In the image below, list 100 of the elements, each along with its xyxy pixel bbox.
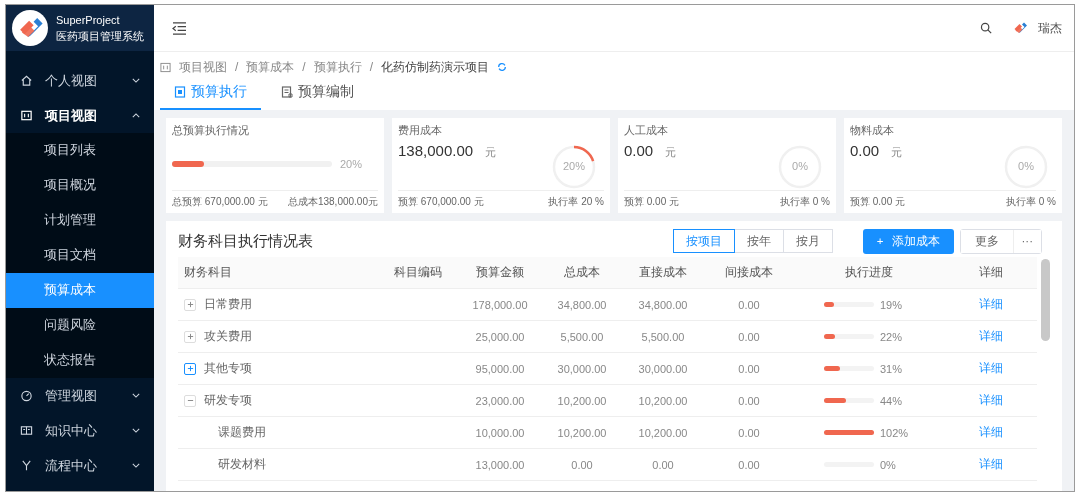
table-cell: 10,200.00 xyxy=(557,394,607,407)
account-name: 其他专项 xyxy=(204,360,252,377)
table-cell: 95,000.00 xyxy=(475,362,525,375)
submenu-item[interactable]: 项目列表 xyxy=(6,133,154,168)
expand-toggle[interactable] xyxy=(184,362,196,375)
column-header: 总成本 xyxy=(542,257,622,289)
detail-link[interactable]: 详细 xyxy=(978,296,1003,313)
detail-link[interactable]: 详细 xyxy=(978,456,1003,473)
tab[interactable]: 预算执行 xyxy=(160,76,261,110)
unit-label: 元 xyxy=(485,145,497,160)
detail-link[interactable]: 详细 xyxy=(978,392,1003,409)
budget-label: 预算 0.00 元 xyxy=(850,195,906,209)
user-name[interactable]: 瑞杰 xyxy=(1038,19,1062,37)
view-toggle-button[interactable]: 按月 xyxy=(782,229,833,253)
account-name: 课题费用 xyxy=(218,424,266,441)
frame-icon xyxy=(160,61,171,73)
percent-label: 0% xyxy=(1017,160,1035,172)
submenu-item[interactable]: 状态报告 xyxy=(6,343,154,378)
table-cell: 0.00 xyxy=(571,458,593,471)
chevron-down-icon xyxy=(132,393,140,398)
column-header: 预算金额 xyxy=(458,257,542,289)
budget-label: 总预算 670,000.00 元 xyxy=(172,195,268,209)
table-cell: 5,500.00 xyxy=(560,330,604,343)
tab[interactable]: 预算编制 xyxy=(267,76,368,110)
sidebar-item[interactable]: 个人视图 xyxy=(6,63,154,98)
chevron-down-icon xyxy=(132,78,140,83)
detail-link[interactable]: 详细 xyxy=(978,424,1003,441)
overflow-menu-button[interactable]: ··· xyxy=(1012,229,1041,253)
table-cell: 10,000.00 xyxy=(475,426,525,439)
submenu-item[interactable]: 项目概况 xyxy=(6,168,154,203)
account-name: 攻关费用 xyxy=(204,328,252,345)
refresh-icon[interactable] xyxy=(497,62,508,72)
column-header: 间接成本 xyxy=(704,257,794,289)
breadcrumb-separator: / xyxy=(235,60,239,74)
table-cell: 0.00 xyxy=(738,426,760,439)
add-cost-button[interactable]: + 添加成本 xyxy=(862,228,954,254)
percent-label: 102% xyxy=(880,426,909,439)
percent-label: 20% xyxy=(340,158,363,170)
card-title: 费用成本 xyxy=(398,124,442,136)
submenu-item[interactable]: 项目文档 xyxy=(6,238,154,273)
submenu-item[interactable]: 预算成本 xyxy=(6,273,154,308)
amount-value: 0.00 xyxy=(624,142,654,159)
breadcrumb-item[interactable]: 预算成本 xyxy=(246,58,295,76)
rate-label: 执行率 20 % xyxy=(548,195,604,209)
unit-label: 元 xyxy=(891,145,903,160)
fork-icon xyxy=(20,459,33,472)
app-name: SuperProject xyxy=(56,13,121,28)
card-title: 人工成本 xyxy=(624,124,668,136)
column-header: 财务科目 xyxy=(178,257,378,289)
plus-icon xyxy=(186,333,194,340)
sidebar-item[interactable]: 流程中心 xyxy=(6,448,154,483)
card-title: 物料成本 xyxy=(850,124,894,136)
submenu-item[interactable]: 问题风险 xyxy=(6,308,154,343)
table-cell: 5,500.00 xyxy=(641,330,685,343)
table-cell: 10,200.00 xyxy=(638,426,688,439)
sidebar-item[interactable]: 知识中心 xyxy=(6,413,154,448)
sidebar-item[interactable]: 项目视图 xyxy=(6,98,154,133)
submenu-item[interactable]: 计划管理 xyxy=(6,203,154,238)
scrollbar[interactable] xyxy=(1041,259,1050,341)
column-header: 执行进度 xyxy=(794,257,944,289)
table-cell: 10,200.00 xyxy=(638,394,688,407)
budget-label: 预算 0.00 元 xyxy=(624,195,680,209)
clipboard-icon xyxy=(174,86,186,98)
sidebar-item[interactable]: 管理视图 xyxy=(6,378,154,413)
table-cell: 0.00 xyxy=(738,394,760,407)
percent-label: 22% xyxy=(880,330,903,343)
collapse-toggle[interactable] xyxy=(184,394,196,407)
percent-label: 0% xyxy=(791,160,809,172)
breadcrumb-separator: / xyxy=(369,60,374,74)
view-toggle-button[interactable]: 按项目 xyxy=(672,229,735,253)
search-icon[interactable] xyxy=(980,22,992,34)
book-icon xyxy=(20,424,33,437)
detail-link[interactable]: 详细 xyxy=(978,360,1003,377)
column-header: 直接成本 xyxy=(622,257,704,289)
card-title: 总预算执行情况 xyxy=(172,124,249,136)
breadcrumb-item[interactable]: 项目视图 xyxy=(179,58,227,76)
chevron-down-icon xyxy=(132,428,140,433)
percent-label: 31% xyxy=(880,362,903,375)
table-cell: 0.00 xyxy=(738,298,760,311)
table-cell: 23,000.00 xyxy=(475,394,525,407)
detail-link[interactable]: 详细 xyxy=(978,328,1003,345)
progress-bar xyxy=(824,398,874,403)
table-cell: 30,000.00 xyxy=(557,362,607,375)
table-cell: 10,200.00 xyxy=(557,426,607,439)
progress-bar xyxy=(824,334,874,339)
chevron-up-icon xyxy=(132,113,140,118)
table-cell: 0.00 xyxy=(738,362,760,375)
view-toggle-button[interactable]: 按年 xyxy=(733,229,784,253)
breadcrumb-item[interactable]: 预算执行 xyxy=(313,58,362,76)
menu-fold-icon[interactable] xyxy=(172,21,187,35)
plus-icon xyxy=(186,365,194,372)
percent-label: 0% xyxy=(880,458,896,471)
budget-label: 预算 670,000.00 元 xyxy=(398,195,484,209)
table-cell: 34,800.00 xyxy=(557,298,607,311)
amount-value: 138,000.00 xyxy=(398,142,474,159)
frame-icon xyxy=(20,109,33,122)
gauge-icon xyxy=(20,389,33,402)
table-cell: 25,000.00 xyxy=(475,330,525,343)
app-subtitle: 医药项目管理系统 xyxy=(56,29,144,44)
plus-icon xyxy=(186,301,194,308)
